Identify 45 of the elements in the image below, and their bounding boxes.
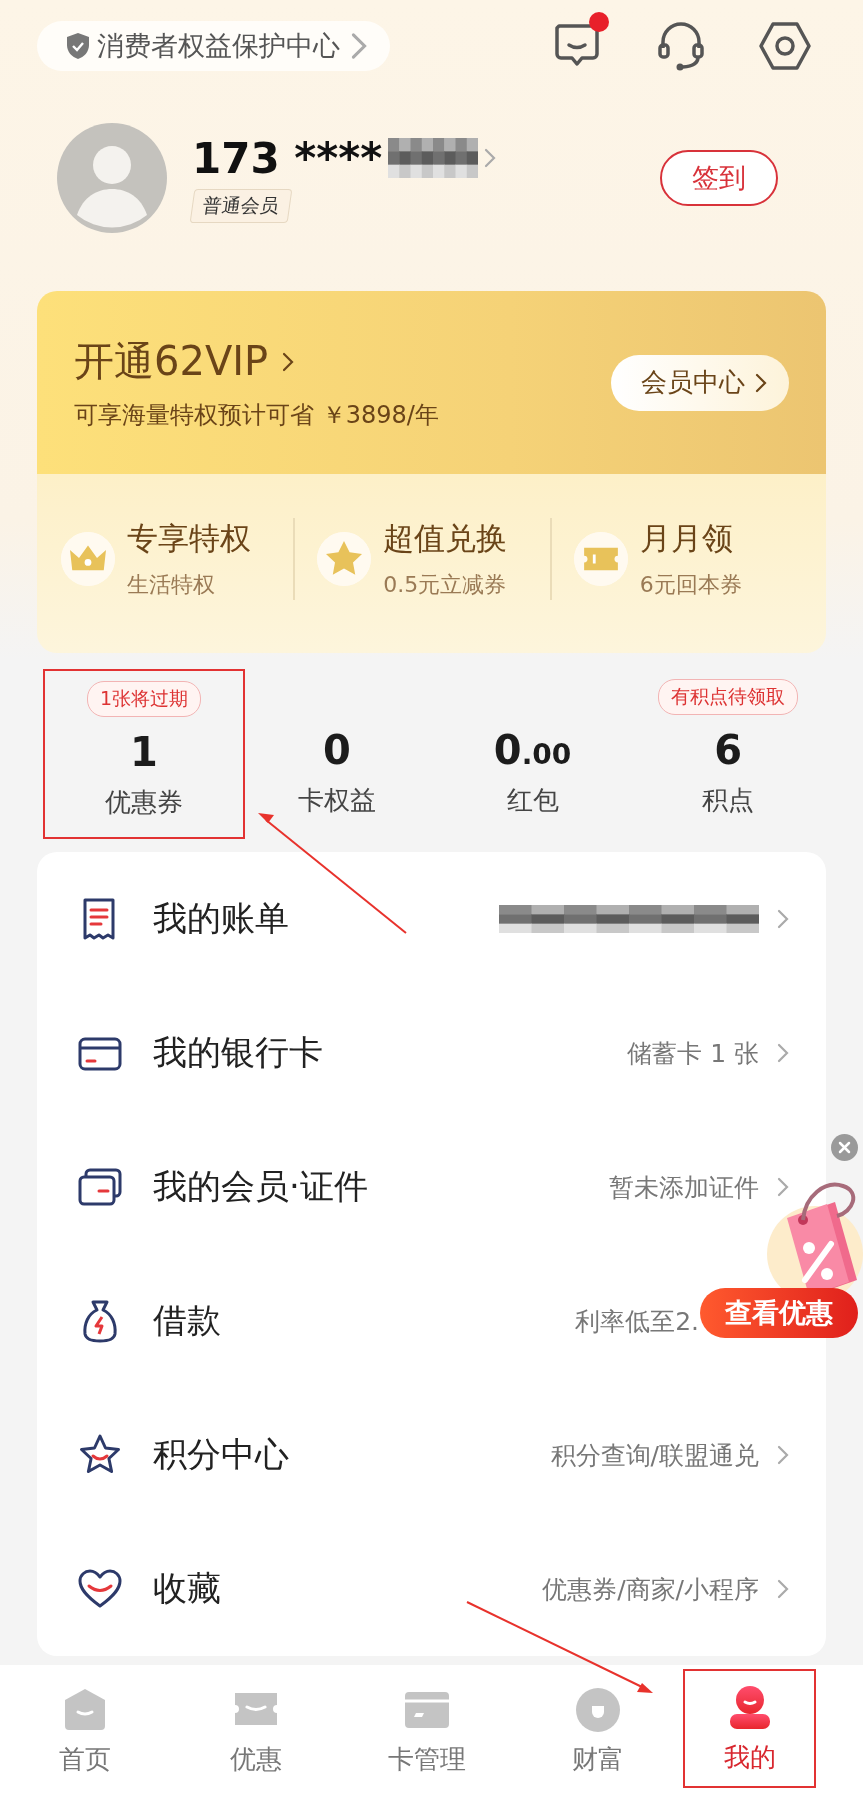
- benefit-detail: 生活特权: [127, 571, 216, 599]
- tab-item[interactable]: 首页: [0, 1665, 171, 1795]
- stat-label[interactable]: 卡权益: [297, 783, 376, 818]
- tab-item[interactable]: 优惠: [170, 1665, 342, 1795]
- menu-item[interactable]: 收藏: [153, 1566, 221, 1612]
- menu-item[interactable]: 我的银行卡: [153, 1030, 323, 1076]
- stat-label[interactable]: 积点: [702, 783, 755, 818]
- status-tag: 有积点待领取: [658, 679, 799, 715]
- stat-value[interactable]: 1: [130, 729, 158, 775]
- benefit-detail: 0.5元立减券: [383, 571, 508, 599]
- view-offers-button[interactable]: 查看优惠: [700, 1288, 858, 1338]
- chevron-icon: [282, 351, 295, 372]
- phone-number: 173 ****: [192, 133, 383, 183]
- tab-item[interactable]: 财富: [512, 1665, 683, 1795]
- menu-detail: 积分查询/联盟通兑: [550, 1439, 759, 1472]
- benefit-title[interactable]: 月月领: [639, 518, 742, 560]
- shield-icon: [65, 32, 91, 60]
- vip-subtitle: 可享海量特权预计可省 ￥3898/年: [74, 400, 439, 431]
- menu-item[interactable]: 借款: [153, 1298, 221, 1344]
- benefit-title[interactable]: 超值兑换: [383, 518, 508, 560]
- member-center-button[interactable]: 会员中心: [611, 354, 789, 411]
- status-tag: 1张将过期: [86, 681, 202, 717]
- menu-detail: 利率低至2.: [575, 1305, 699, 1338]
- stat-label[interactable]: 红包: [506, 783, 559, 818]
- menu-item[interactable]: 积分中心: [153, 1432, 289, 1478]
- stat-label[interactable]: 优惠券: [105, 785, 183, 820]
- consumer-protection-link[interactable]: 消费者权益保护中心: [37, 21, 390, 71]
- menu-item[interactable]: 我的会员·证件: [153, 1164, 368, 1210]
- tab-item[interactable]: 我的: [683, 1669, 816, 1788]
- chevron-icon: [755, 372, 767, 393]
- benefit-detail: 6元回本券: [639, 571, 742, 599]
- benefit-title[interactable]: 专享特权: [127, 518, 251, 560]
- menu-item[interactable]: 我的账单: [153, 896, 289, 942]
- stat-value[interactable]: 0.00: [493, 727, 572, 773]
- menu-detail: 储蓄卡 1 张: [627, 1037, 759, 1070]
- stat-value[interactable]: 6: [714, 727, 743, 773]
- chevron-icon: [484, 148, 497, 168]
- close-icon[interactable]: [831, 1134, 858, 1161]
- vip-title[interactable]: 开通62VIP: [74, 334, 269, 389]
- stat-value[interactable]: 0: [322, 727, 351, 773]
- check-in-button[interactable]: 签到: [660, 150, 778, 206]
- tab-item[interactable]: 卡管理: [341, 1665, 513, 1795]
- menu-detail: 暂未添加证件: [609, 1171, 759, 1204]
- menu-detail: 优惠券/商家/小程序: [542, 1573, 759, 1606]
- member-level-badge: 普通会员: [189, 188, 293, 223]
